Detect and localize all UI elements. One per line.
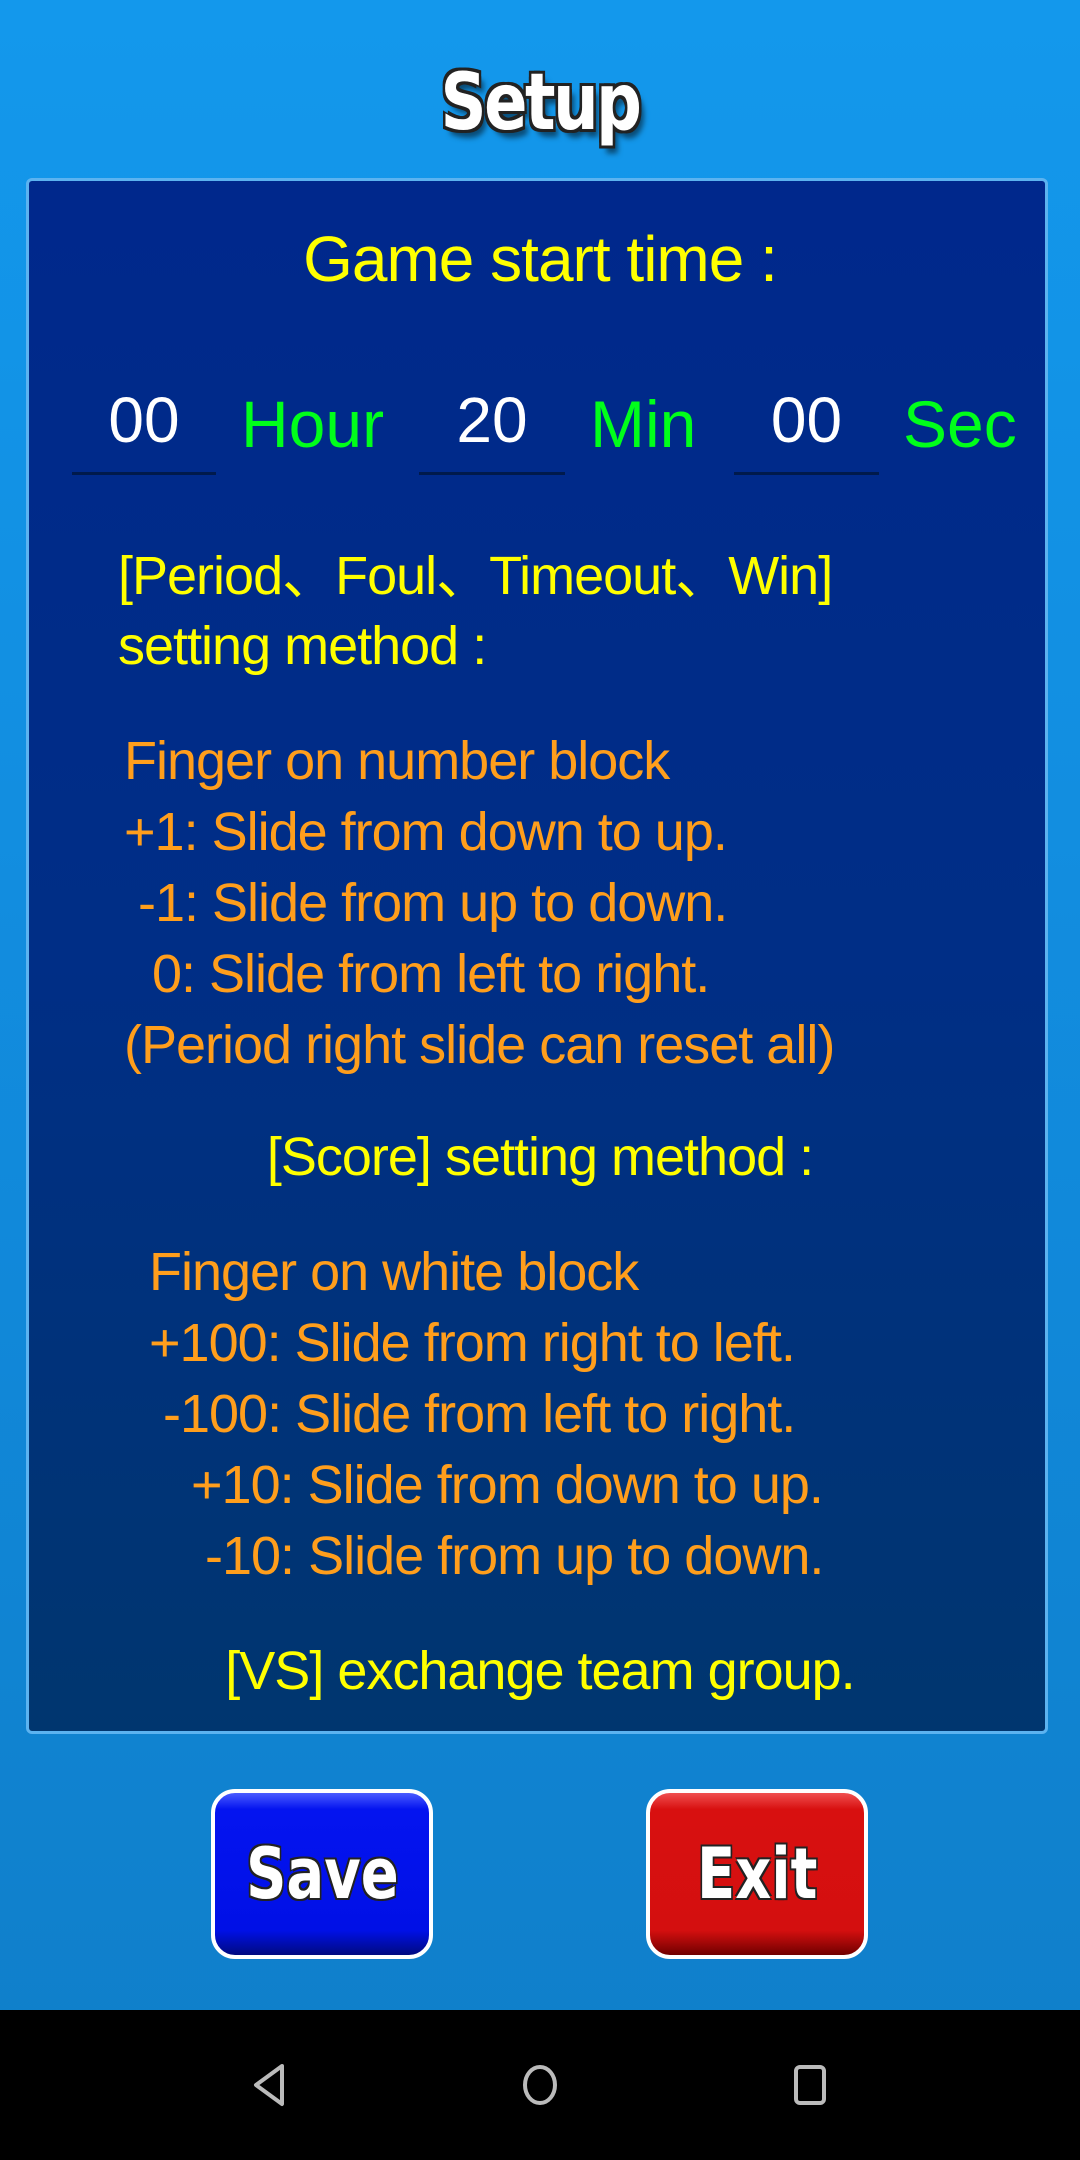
number-instruction-line: (Period right slide can reset all) xyxy=(124,1015,835,1075)
number-instruction-line: Finger on number block xyxy=(124,731,670,791)
score-instruction-line: -10: Slide from up to down. xyxy=(149,1526,824,1586)
score-instruction-line: +10: Slide from down to up. xyxy=(149,1455,824,1515)
number-method-heading-line2: setting method : xyxy=(118,616,487,676)
minute-label: Min xyxy=(590,387,697,461)
second-label: Sec xyxy=(903,387,1017,461)
score-instruction-line: Finger on white block xyxy=(149,1242,639,1302)
vs-note: [VS] exchange team group. xyxy=(225,1641,855,1701)
hour-input[interactable]: 00 xyxy=(72,380,216,475)
exit-button[interactable]: Exit xyxy=(646,1789,868,1959)
exit-button-label: Exit xyxy=(696,1833,818,1915)
number-method-heading-line1: [Period、Foul、Timeout、Win] xyxy=(118,546,833,606)
score-instruction-line: -100: Slide from left to right. xyxy=(149,1384,796,1444)
number-instruction-line: -1: Slide from up to down. xyxy=(124,873,728,933)
number-instruction-line: 0: Slide from left to right. xyxy=(124,944,710,1004)
home-icon[interactable] xyxy=(520,2062,560,2108)
start-time-label: Game start time : xyxy=(303,223,778,295)
navigation-bar xyxy=(0,2010,1080,2160)
score-method-heading: [Score] setting method : xyxy=(266,1127,814,1187)
minute-input[interactable]: 20 xyxy=(419,380,565,475)
second-input[interactable]: 00 xyxy=(734,380,879,475)
back-icon[interactable] xyxy=(249,2062,289,2108)
score-instruction-line: +100: Slide from right to left. xyxy=(149,1313,796,1373)
save-button[interactable]: Save xyxy=(211,1789,433,1959)
hour-label: Hour xyxy=(241,387,385,461)
recents-icon[interactable] xyxy=(790,2062,830,2108)
number-instruction-line: +1: Slide from down to up. xyxy=(124,802,728,862)
save-button-label: Save xyxy=(245,1833,399,1915)
page-title: Setup xyxy=(440,58,642,148)
